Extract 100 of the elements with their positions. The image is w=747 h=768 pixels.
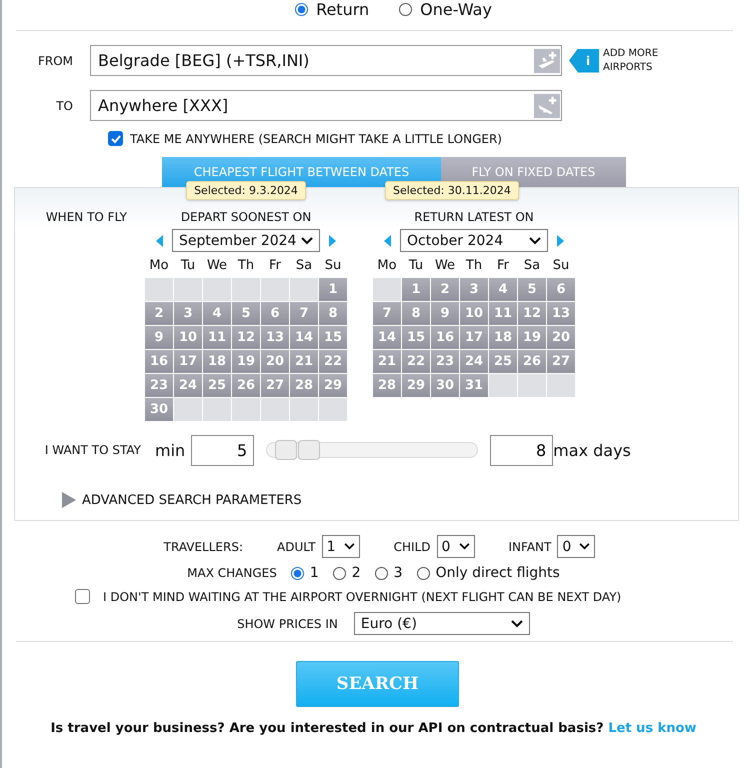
calendar-day[interactable]: 11 [203,326,231,349]
min-days-field[interactable]: 5 [191,434,254,466]
calendar-day[interactable]: 14 [373,326,401,349]
calendar-day[interactable]: 4 [203,302,231,325]
calendar-day[interactable]: 18 [203,350,231,373]
calendar-day[interactable]: 12 [232,326,260,349]
calendar-day[interactable]: 16 [431,326,459,349]
calendar-day[interactable]: 4 [489,278,517,301]
calendar-day[interactable]: 29 [402,374,430,397]
calendar-title: RETURN LATEST ON [414,210,534,224]
calendar-day[interactable]: 29 [319,374,347,397]
calendar-day[interactable]: 19 [232,350,260,373]
month-select[interactable]: September 2024 [172,229,320,252]
calendar-day[interactable]: 23 [431,350,459,373]
calendar-day[interactable]: 8 [319,302,347,325]
calendar-day[interactable]: 20 [547,326,575,349]
calendar-day[interactable]: 26 [518,350,546,373]
calendar-day[interactable]: 24 [174,374,202,397]
count-select[interactable]: 0 [557,535,596,558]
calendar-day[interactable]: 27 [261,374,289,397]
info-tag[interactable]: i [569,48,599,72]
calendar-day[interactable]: 15 [402,326,430,349]
calendar-day[interactable]: 2 [431,278,459,301]
advanced-search-toggle[interactable]: ADVANCED SEARCH PARAMETERS [62,492,302,508]
calendar-day[interactable]: 21 [373,350,401,373]
radio-button[interactable] [290,566,304,580]
calendar-day[interactable]: 23 [145,374,173,397]
calendar-day[interactable]: 2 [145,302,173,325]
calendar-day[interactable]: 25 [203,374,231,397]
calendar-day[interactable]: 30 [145,398,173,421]
calendar-day[interactable]: 9 [431,302,459,325]
previous-arrow-icon[interactable] [384,234,392,246]
let-us-know-link[interactable]: Let us know [608,721,696,736]
calendar-day[interactable]: 6 [261,302,289,325]
count-select[interactable]: 1 [322,535,360,558]
radio-button[interactable] [374,566,388,580]
calendar-day[interactable]: 17 [460,326,488,349]
calendar-day[interactable]: 28 [373,374,401,397]
slider-handle[interactable] [274,440,297,460]
calendar-day[interactable]: 9 [145,326,173,349]
calendar-day[interactable]: 5 [518,278,546,301]
radio-button[interactable] [295,3,308,16]
radio-button[interactable] [416,566,430,580]
calendar-day[interactable]: 6 [547,278,575,301]
calendar-day[interactable]: 14 [290,326,318,349]
currency-select[interactable]: Euro (€) [354,612,530,635]
calendar-day[interactable]: 12 [518,302,546,325]
calendar-day[interactable]: 11 [489,302,517,325]
previous-arrow-icon[interactable] [156,234,164,246]
calendar-day[interactable]: 3 [174,302,202,325]
calendar-day[interactable]: 8 [402,302,430,325]
calendar-day[interactable]: 28 [290,374,318,397]
calendar-day[interactable]: 21 [290,350,318,373]
trip-type-label: Return [316,0,370,19]
calendar-day[interactable]: 7 [290,302,318,325]
calendar-day[interactable]: 10 [460,302,488,325]
max-days-field[interactable]: 8 [490,434,554,466]
calendar-day[interactable]: 1 [319,278,347,301]
traveller-type-label: ADULT [277,540,316,554]
from-field[interactable]: Belgrade [BEG] (+TSR,INI) [90,45,562,76]
radio-button[interactable] [332,566,346,580]
option-label: 1 [310,565,319,581]
weekday-label: Tu [408,257,424,275]
next-arrow-icon[interactable] [556,234,564,246]
calendar-day[interactable]: 18 [489,326,517,349]
calendar-day[interactable]: 25 [489,350,517,373]
calendar-day[interactable]: 5 [232,302,260,325]
calendar-day[interactable]: 3 [460,278,488,301]
to-field[interactable]: Anywhere [XXX] [90,90,562,121]
calendar-day[interactable]: 13 [547,302,575,325]
calendar-day[interactable]: 1 [402,278,430,301]
calendar-day[interactable]: 17 [174,350,202,373]
calendar-day[interactable]: 10 [174,326,202,349]
count-select[interactable]: 0 [436,535,474,558]
checkbox[interactable] [75,589,90,604]
calendar-day[interactable]: 22 [402,350,430,373]
min-label: min [155,440,186,460]
calendar-day[interactable]: 7 [373,302,401,325]
search-button[interactable]: SEARCH [296,661,459,707]
tab[interactable]: FLY ON FIXED DATES [441,157,626,187]
checkbox[interactable] [108,131,123,146]
traveller-type-label: INFANT [508,540,552,554]
calendar-day[interactable]: 19 [518,326,546,349]
calendar-day[interactable]: 26 [232,374,260,397]
next-arrow-icon[interactable] [328,234,336,246]
calendar-day[interactable]: 15 [319,326,347,349]
weekday-label: Fr [496,257,510,275]
radio-button[interactable] [399,3,412,16]
calendar-day[interactable]: 13 [261,326,289,349]
calendar-day[interactable]: 24 [460,350,488,373]
calendar-day[interactable]: 20 [261,350,289,373]
calendar-day[interactable]: 22 [319,350,347,373]
weekday-label: Th [464,257,484,275]
calendar-day[interactable]: 16 [145,350,173,373]
slider-handle[interactable] [298,440,320,460]
calendar-day[interactable]: 31 [460,374,488,397]
calendar-day[interactable]: 30 [431,374,459,397]
calendar-day[interactable]: 27 [547,350,575,373]
add-more-airports-link[interactable]: ADD MORE AIRPORTS [603,46,671,74]
month-select[interactable]: October 2024 [400,229,548,252]
